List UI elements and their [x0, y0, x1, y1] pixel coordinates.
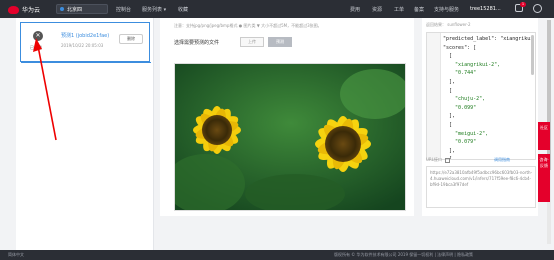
- huawei-cloud-logo[interactable]: 华为云: [8, 5, 40, 14]
- user-icon[interactable]: [533, 4, 542, 13]
- copy-icon[interactable]: [444, 157, 450, 163]
- predict-button[interactable]: 预测: [268, 37, 292, 47]
- nav-console[interactable]: 控制台: [116, 6, 131, 13]
- code-scrollbar[interactable]: [531, 35, 534, 75]
- nav-tickets[interactable]: 工单: [394, 6, 404, 13]
- nav-favorites[interactable]: 收藏: [178, 6, 188, 13]
- upload-prompt: 选择需要预测的文件: [174, 40, 220, 46]
- delete-button[interactable]: 删除: [119, 34, 143, 44]
- url-label: URL接口: [426, 157, 442, 162]
- result-panel: 返回结果： sunflower-2 "predicted_label": "xi…: [422, 18, 538, 216]
- result-label: 返回结果： sunflower-2: [426, 22, 471, 27]
- huawei-logo-icon: [8, 5, 19, 14]
- json-line: ],: [443, 78, 456, 85]
- prediction-panel: 注意：支持jpg/png/jpeg/bmp格式 ● 图片类 ▼ 大小不超过5M，…: [160, 18, 414, 216]
- nav-service-list[interactable]: 服务列表 ▾: [142, 6, 166, 13]
- feedback-float-button[interactable]: 咨询·反馈: [538, 154, 550, 202]
- result-json-viewer[interactable]: "predicted_label": "xiangrikui "scores": …: [426, 32, 536, 160]
- selected-accent: [21, 62, 151, 63]
- region-selector[interactable]: 北京四: [56, 4, 108, 14]
- json-line: "xiangrikui-2",: [443, 61, 501, 68]
- nav-icp[interactable]: 备案: [414, 6, 424, 13]
- region-label: 北京四: [67, 6, 83, 13]
- json-line: "predicted_label": "xiangrikui: [443, 36, 534, 42]
- json-line: "0.079": [443, 139, 477, 146]
- job-name[interactable]: 预测1 (jobid2e1fae): [61, 32, 109, 39]
- json-line: ],: [443, 147, 456, 154]
- top-bar: 华为云 北京四 控制台 服务列表 ▾ 收藏 费用 资源 工单 备案 支持与服务 …: [0, 0, 554, 18]
- job-status: 已取消: [30, 45, 42, 50]
- copyright-text: 版权所有 © 华为软件技术有限公司 2019 保留一切权利 | 法律声明 | 隐…: [334, 252, 474, 257]
- community-float-button[interactable]: 社区: [538, 122, 550, 150]
- job-list-panel: ✕ 已取消 预测1 (jobid2e1fae) 2019/10/22 20:05…: [16, 18, 154, 250]
- upload-hint: 注意：支持jpg/png/jpeg/bmp格式 ● 图片类 ▼ 大小不超过5M，…: [174, 23, 322, 28]
- json-line: [: [443, 121, 453, 128]
- json-line: [: [443, 87, 453, 94]
- language-selector[interactable]: 简体中文: [8, 252, 24, 258]
- cancelled-x-icon: ✕: [33, 31, 43, 41]
- json-line: "scores": [: [443, 44, 477, 51]
- result-json-lines: "predicted_label": "xiangrikui "scores": …: [443, 35, 534, 160]
- sunflower-image: [175, 64, 405, 210]
- footer: 简体中文 版权所有 © 华为软件技术有限公司 2019 保留一切权利 | 法律声…: [0, 250, 554, 260]
- json-line: "0.099": [443, 104, 477, 111]
- json-line: "0.744": [443, 70, 477, 77]
- location-pin-icon: [60, 7, 64, 11]
- url-field[interactable]: https://e72a3810afb49f5adbcc96bc603fb03-…: [426, 166, 536, 208]
- upload-button[interactable]: 上传: [240, 37, 264, 47]
- user-account[interactable]: tree15281...: [470, 4, 510, 14]
- job-card[interactable]: ✕ 已取消 预测1 (jobid2e1fae) 2019/10/22 20:05…: [20, 22, 151, 63]
- uploaded-image: [174, 63, 406, 211]
- brand-name: 华为云: [22, 7, 41, 14]
- message-badge: 1: [520, 2, 526, 7]
- json-line: [: [443, 156, 453, 160]
- url-label-row: URL接口: [426, 157, 450, 163]
- json-line: [: [443, 53, 453, 60]
- line-gutter: [427, 33, 441, 159]
- nav-resources[interactable]: 资源: [372, 6, 382, 13]
- json-line: ],: [443, 113, 456, 120]
- json-line: "meigui-2",: [443, 130, 489, 137]
- api-guide-link[interactable]: 调用指南: [494, 157, 510, 163]
- job-time: 2019/10/22 20:05:03: [61, 43, 104, 48]
- nav-billing[interactable]: 费用: [350, 6, 360, 13]
- json-line: "chuju-2",: [443, 96, 486, 103]
- nav-support[interactable]: 支持与服务: [434, 6, 459, 13]
